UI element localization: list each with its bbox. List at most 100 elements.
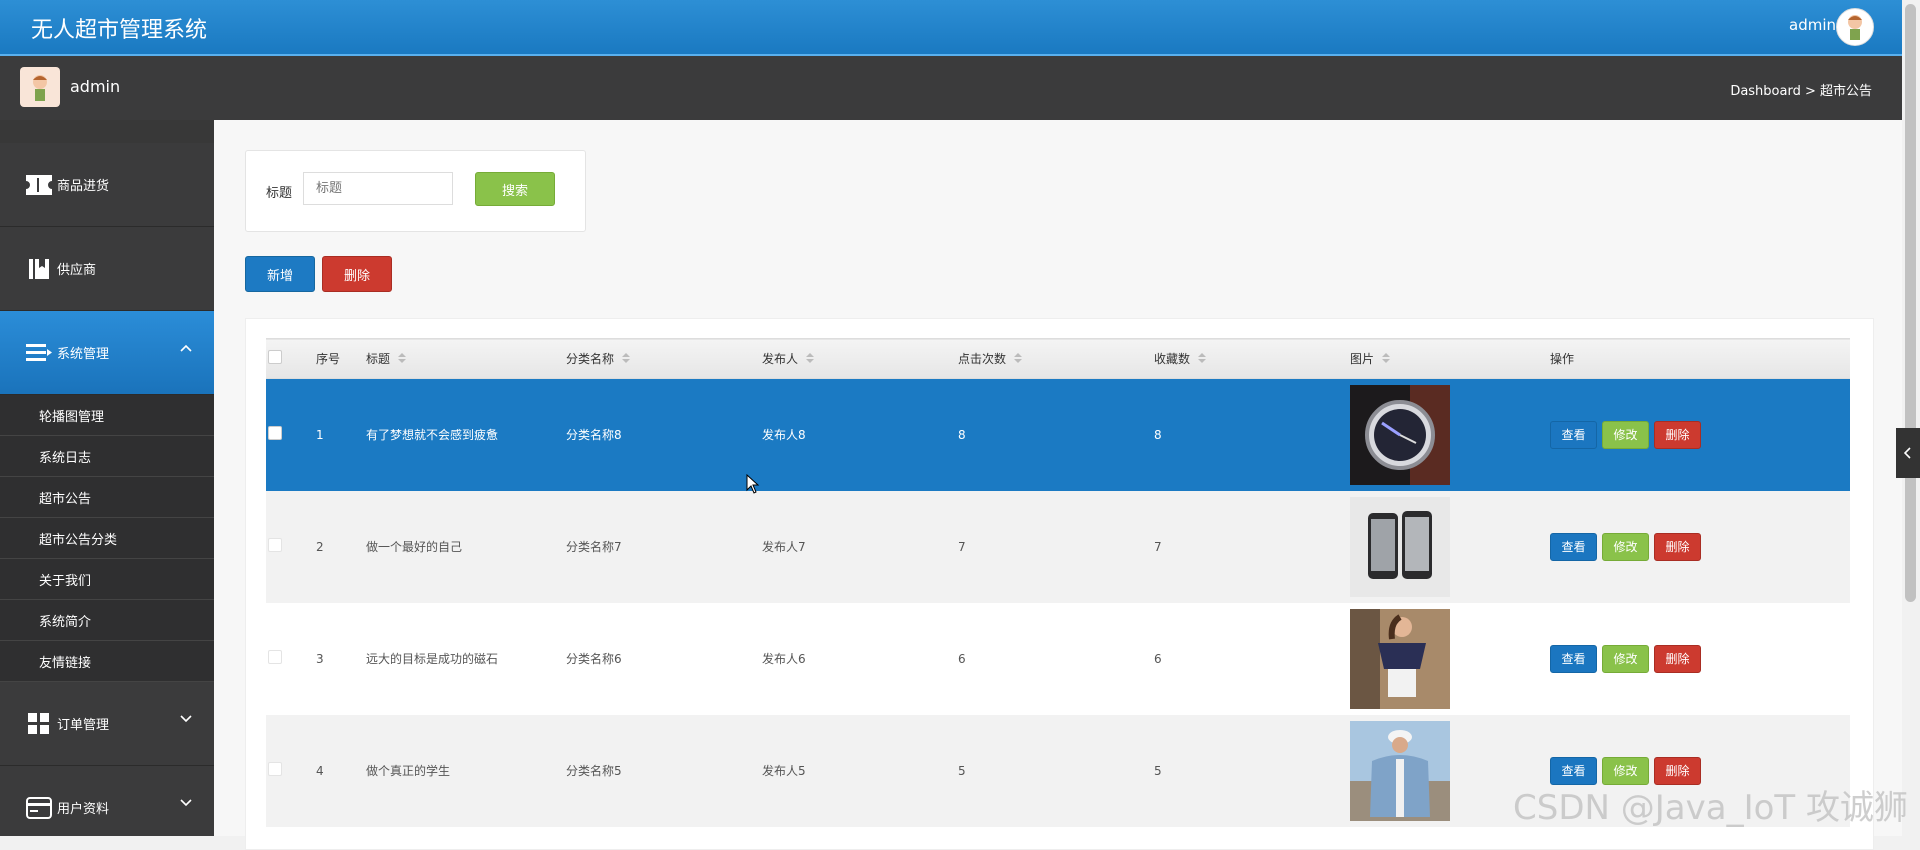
row-checkbox[interactable] <box>268 762 282 776</box>
row-clicks: 6 <box>958 651 966 666</box>
view-button[interactable]: 查看 <box>1550 532 1597 561</box>
column-header-actions: 操作 <box>1550 352 1575 366</box>
row-category: 分类名称5 <box>566 764 622 778</box>
sidebar-subitem-announcement-categories[interactable]: 超市公告分类 <box>0 518 214 559</box>
chevron-down-icon <box>180 712 192 727</box>
title-search-input[interactable] <box>303 172 453 205</box>
edit-button[interactable]: 修改 <box>1602 644 1649 673</box>
jacket-image <box>1350 720 1450 821</box>
chevron-left-icon <box>1904 447 1911 459</box>
sidebar-item-goods-purchase[interactable]: 商品进货 <box>0 143 214 227</box>
main-content: 标题 搜索 新增 删除 序号 标题 分类名称 发布人 点击次数 收藏数 图片 <box>214 120 1902 850</box>
header-username[interactable]: admin <box>1789 16 1836 34</box>
sidebar-item-label: 商品进货 <box>57 179 110 194</box>
sort-icon <box>398 352 407 367</box>
sidebar-item-orders[interactable]: 订单管理 <box>0 682 214 766</box>
sidebar-subitem-carousel[interactable]: 轮播图管理 <box>0 395 214 436</box>
row-favorites: 5 <box>1154 763 1162 778</box>
mouse-cursor-icon <box>746 474 760 494</box>
row-index: 2 <box>316 539 324 554</box>
row-category: 分类名称7 <box>566 540 622 554</box>
view-button[interactable]: 查看 <box>1550 420 1597 449</box>
column-header-favorites[interactable]: 收藏数 <box>1154 339 1350 379</box>
header-avatar[interactable] <box>1836 8 1874 46</box>
edit-button[interactable]: 修改 <box>1602 532 1649 561</box>
sort-icon <box>1382 352 1391 367</box>
sidebar-item-user-profile[interactable]: 用户资料 <box>0 766 214 836</box>
view-button[interactable]: 查看 <box>1550 644 1597 673</box>
row-favorites: 7 <box>1154 539 1162 554</box>
card-icon <box>25 796 53 820</box>
column-header-title[interactable]: 标题 <box>366 339 566 379</box>
row-checkbox[interactable] <box>268 538 282 552</box>
sidebar-item-label: 用户资料 <box>57 802 110 817</box>
sidebar-item-label: 系统管理 <box>57 347 110 362</box>
select-all-checkbox[interactable] <box>268 350 282 364</box>
submenu-system-management: 轮播图管理 系统日志 超市公告 超市公告分类 关于我们 系统简介 友情链接 <box>0 395 214 682</box>
sidebar-subitem-system-log[interactable]: 系统日志 <box>0 436 214 477</box>
delete-button[interactable]: 删除 <box>1654 644 1701 673</box>
row-image-cell <box>1350 379 1550 491</box>
row-clicks: 8 <box>958 427 966 442</box>
table-panel: 序号 标题 分类名称 发布人 点击次数 收藏数 图片 操作 1 有了梦想就不会感… <box>245 318 1874 850</box>
sort-icon <box>622 352 631 367</box>
user-avatar-icon <box>1848 15 1862 40</box>
book-icon <box>25 257 53 281</box>
row-image-cell <box>1350 603 1550 715</box>
search-panel: 标题 搜索 <box>245 150 586 232</box>
scrollbar-thumb[interactable] <box>1905 4 1916 602</box>
sidebar-item-label: 订单管理 <box>57 718 110 733</box>
row-category: 分类名称6 <box>566 652 622 666</box>
announcement-table: 序号 标题 分类名称 发布人 点击次数 收藏数 图片 操作 1 有了梦想就不会感… <box>266 338 1850 827</box>
search-button[interactable]: 搜索 <box>475 172 555 206</box>
column-header-publisher[interactable]: 发布人 <box>762 339 958 379</box>
bulk-delete-button[interactable]: 删除 <box>322 256 392 292</box>
side-panel-toggle[interactable] <box>1896 428 1920 478</box>
sidebar-item-system-management[interactable]: 系统管理 <box>0 311 214 395</box>
column-header-clicks[interactable]: 点击次数 <box>958 339 1154 379</box>
row-actions: 查看 修改 删除 <box>1550 603 1850 715</box>
row-actions: 查看 修改 删除 <box>1550 379 1850 491</box>
sort-icon <box>1198 352 1207 367</box>
breadcrumb: Dashboard > 超市公告 <box>1730 84 1872 99</box>
sub-header: admin Dashboard > 超市公告 <box>0 56 1902 120</box>
row-index: 4 <box>316 763 324 778</box>
table-row[interactable]: 2 做一个最好的自己 分类名称7 发布人7 7 7 查看 修改 删除 <box>266 490 1850 603</box>
chevron-up-icon <box>180 341 192 356</box>
row-clicks: 5 <box>958 763 966 778</box>
row-checkbox[interactable] <box>268 426 282 441</box>
column-header-image[interactable]: 图片 <box>1350 339 1550 379</box>
row-title: 做一个最好的自己 <box>366 540 463 554</box>
column-header-category[interactable]: 分类名称 <box>566 339 762 379</box>
row-category: 分类名称8 <box>566 428 622 443</box>
blouse-image <box>1350 608 1450 709</box>
delete-button[interactable]: 删除 <box>1654 532 1701 561</box>
row-title: 远大的目标是成功的磁石 <box>366 652 499 666</box>
row-actions: 查看 修改 删除 <box>1550 491 1850 603</box>
top-bar: 无人超市管理系统 admin <box>0 0 1902 56</box>
edit-button[interactable]: 修改 <box>1602 420 1649 449</box>
row-favorites: 8 <box>1154 427 1162 442</box>
table-row[interactable]: 1 有了梦想就不会感到疲惫 分类名称8 发布人8 8 8 查看 修改 删除 <box>266 378 1850 491</box>
delete-button[interactable]: 删除 <box>1654 420 1701 449</box>
sort-icon <box>1014 352 1023 367</box>
table-header-row: 序号 标题 分类名称 发布人 点击次数 收藏数 图片 操作 <box>266 338 1850 379</box>
page-scrollbar[interactable] <box>1902 0 1920 836</box>
sidebar-subitem-system-intro[interactable]: 系统简介 <box>0 600 214 641</box>
ticket-icon <box>25 173 53 197</box>
row-publisher: 发布人5 <box>762 764 806 778</box>
sidebar-subitem-links[interactable]: 友情链接 <box>0 641 214 682</box>
sidebar-avatar <box>20 67 60 107</box>
sidebar-item-supplier[interactable]: 供应商 <box>0 227 214 311</box>
watermark: CSDN @Java_IoT 攻诚狮 <box>1513 788 1908 828</box>
table-row[interactable]: 3 远大的目标是成功的磁石 分类名称6 发布人6 6 6 查看 修改 删除 <box>266 602 1850 715</box>
row-image-cell <box>1350 491 1550 603</box>
user-avatar-icon <box>33 75 47 101</box>
row-title: 做个真正的学生 <box>366 764 451 778</box>
watch-image <box>1350 384 1450 485</box>
add-button[interactable]: 新增 <box>245 256 315 292</box>
row-checkbox[interactable] <box>268 650 282 664</box>
chevron-down-icon <box>180 796 192 811</box>
sidebar-subitem-announcements[interactable]: 超市公告 <box>0 477 214 518</box>
sidebar-subitem-about-us[interactable]: 关于我们 <box>0 559 214 600</box>
